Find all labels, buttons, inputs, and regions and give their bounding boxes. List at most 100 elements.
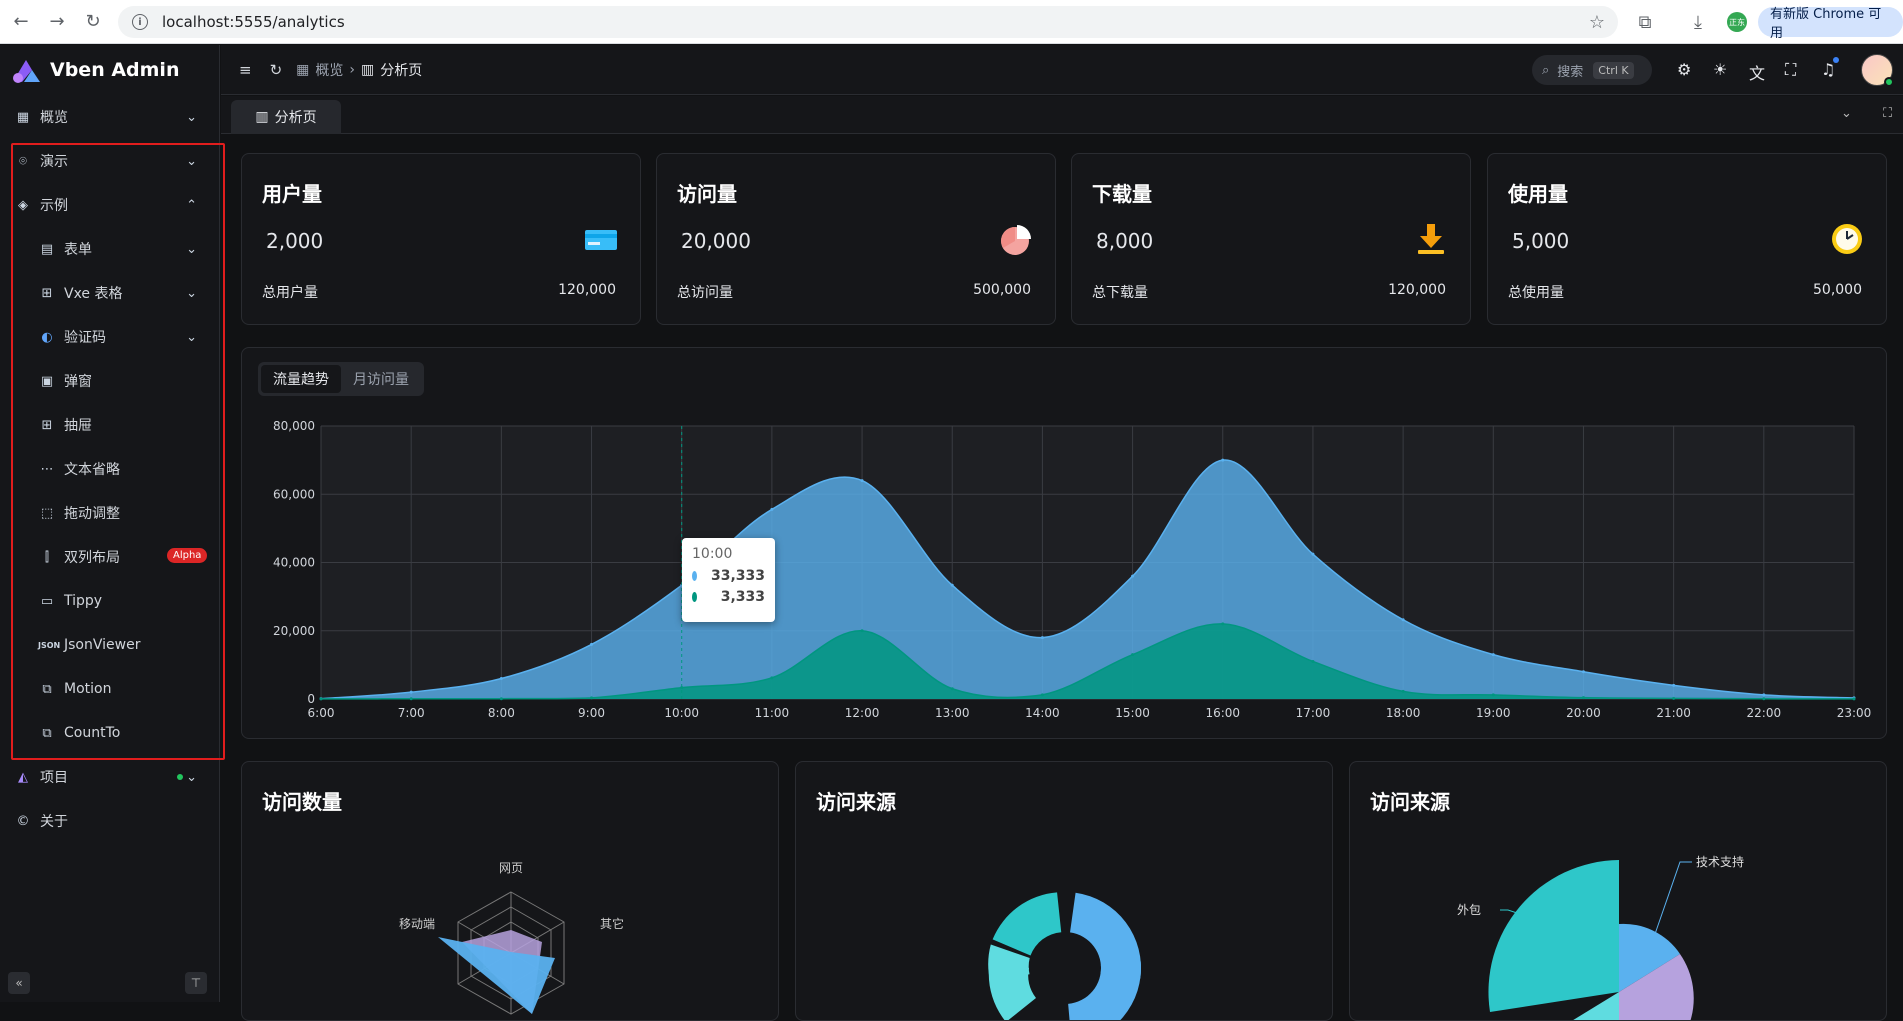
collapse-sidebar-icon[interactable]: « [8, 972, 30, 994]
translate-icon[interactable]: 文 [1749, 60, 1765, 84]
menu-toggle-icon[interactable]: ≡ [239, 61, 252, 79]
breadcrumb[interactable]: ▦ 概览 › [296, 60, 355, 80]
sidebar-item-countto[interactable]: ⧉ CountTo [0, 711, 219, 755]
alpha-badge: Alpha [167, 548, 208, 563]
y-tick-label: 20,000 [273, 624, 315, 638]
sidebar-item-captcha[interactable]: ◐ 验证码 ⌄ [0, 315, 219, 359]
drawer-icon: ⊞ [41, 417, 53, 433]
sidebar-item-demo[interactable]: ⌾ 演示 ⌄ [0, 139, 219, 183]
stat-title: 访问量 [677, 182, 737, 206]
donut-slice-2 [1068, 961, 1141, 1020]
refresh-icon[interactable]: ↻ [270, 61, 283, 79]
sidebar-item-label: 拖动调整 [64, 506, 120, 522]
sidebar-item-motion[interactable]: ⧉ Motion [0, 667, 219, 711]
table-icon: ⊞ [41, 285, 53, 301]
stat-value: 2,000 [266, 229, 324, 253]
stat-title: 使用量 [1508, 182, 1568, 206]
sidebar-item-label: 抽屉 [64, 418, 92, 434]
series-point-2 [1401, 689, 1405, 693]
download-icon[interactable]: ⤓ [1686, 10, 1710, 34]
traffic-trend-chart[interactable]: 0 20,000 40,000 60,000 80,000 6:00 7:00 8:00 9:0… [242, 348, 1888, 740]
pin-icon[interactable]: ⊤ [185, 972, 207, 994]
donut-slice-5 [988, 968, 1036, 1020]
profile-badge[interactable]: 正东 [1727, 12, 1747, 32]
sidebar-item-form[interactable]: ▤ 表单 ⌄ [0, 227, 219, 271]
series-point-1 [950, 583, 954, 587]
pie-chart[interactable]: 技术支持 外包 [1350, 762, 1887, 1021]
series-point-1 [1040, 636, 1044, 640]
radar-label-top: 网页 [499, 861, 523, 875]
stat-card-usage: 使用量 5,000 总使用量 50,000 [1487, 153, 1887, 325]
back-arrow-icon[interactable]: ← [6, 7, 36, 37]
resize-icon: ⬚ [40, 505, 54, 521]
sidebar-item-two-columns[interactable]: ⫿ 双列布局 Alpha [0, 535, 219, 579]
sidebar-item-ellipsis[interactable]: ⋯ 文本省略 [0, 447, 219, 491]
series-point-2 [1131, 653, 1135, 657]
chevron-down-icon[interactable]: ⌄ [1841, 106, 1852, 121]
sidebar-item-jsonviewer[interactable]: JSON JsonViewer [0, 623, 219, 667]
stat-sub-label: 总使用量 [1508, 285, 1564, 301]
ellipsis-icon: ⋯ [40, 461, 54, 477]
sidebar-item-label: Motion [64, 681, 112, 697]
clock-icon [1832, 224, 1862, 254]
sidebar-item-vxe-table[interactable]: ⊞ Vxe 表格 ⌄ [0, 271, 219, 315]
x-tick-label: 12:00 [845, 706, 880, 720]
donut-chart[interactable] [796, 762, 1333, 1021]
y-tick-label: 80,000 [273, 419, 315, 433]
sidebar-footer: « ⊤ [8, 972, 207, 994]
sidebar-item-project[interactable]: ◭ 项目 ⌄ [0, 755, 219, 799]
x-tick-label: 8:00 [488, 706, 515, 720]
breadcrumb-root[interactable]: 概览 [315, 60, 343, 80]
extensions-icon[interactable]: ⧉ [1633, 10, 1657, 34]
star-icon[interactable]: ☆ [1585, 10, 1609, 34]
x-tick-label: 18:00 [1386, 706, 1421, 720]
dashboard-icon: ▦ [16, 109, 30, 125]
sidebar: Vben Admin ▦ 概览 ⌄ ⌾ 演示 ⌄ ◈ 示例 ⌃ ▤ 表单 ⌄ ⊞… [0, 45, 220, 1002]
captcha-icon: ◐ [41, 329, 53, 345]
traffic-trend-card: 流量趋势 月访问量 0 20,000 40,000 60,000 80,000 6:00 7… [241, 347, 1887, 739]
site-info-icon[interactable]: i [132, 14, 148, 30]
reload-icon[interactable]: ↻ [78, 7, 108, 37]
address-bar[interactable]: i localhost:5555/analytics [118, 6, 1618, 38]
gear-icon[interactable]: ⚙ [1677, 60, 1691, 79]
sidebar-item-drawer[interactable]: ⊞ 抽屉 [0, 403, 219, 447]
series-point-1 [409, 690, 413, 694]
sidebar-item-overview[interactable]: ▦ 概览 ⌄ [0, 95, 219, 139]
tab-analytics[interactable]: ▥ 分析页 [231, 100, 341, 134]
x-tick-label: 16:00 [1205, 706, 1240, 720]
app-logo[interactable]: Vben Admin [0, 45, 219, 95]
pie-label-support: 技术支持 [1696, 854, 1744, 869]
visit-count-card: 访问数量 网页 移动端 其它 [241, 761, 779, 1021]
chrome-update-button[interactable]: 有新版 Chrome 可用 [1758, 7, 1903, 41]
search-input[interactable]: ⌕ 搜索 Ctrl K [1532, 55, 1652, 85]
series-point-1 [499, 677, 503, 681]
stat-title: 下载量 [1092, 182, 1152, 206]
avatar[interactable] [1861, 54, 1894, 87]
series-point-1 [860, 479, 864, 483]
stat-total: 50,000 [1813, 282, 1862, 298]
sidebar-item-examples[interactable]: ◈ 示例 ⌃ [0, 183, 219, 227]
radar-chart[interactable]: 网页 移动端 其它 [242, 762, 779, 1021]
sidebar-item-label: CountTo [64, 725, 121, 741]
sidebar-item-label: JsonViewer [64, 637, 141, 653]
sidebar-item-about[interactable]: © 关于 [0, 799, 219, 843]
sun-icon[interactable]: ☀ [1713, 60, 1727, 79]
search-placeholder: 搜索 [1557, 64, 1584, 80]
sidebar-item-tippy[interactable]: ▭ Tippy [0, 579, 219, 623]
series-point-1 [1672, 683, 1676, 687]
forward-arrow-icon[interactable]: → [42, 7, 72, 37]
fullscreen-icon[interactable]: ⛶ [1785, 60, 1796, 80]
sidebar-item-label: 关于 [40, 814, 68, 830]
stat-value: 20,000 [681, 229, 751, 253]
sidebar-item-resize[interactable]: ⬚ 拖动调整 [0, 491, 219, 535]
y-tick-label: 0 [307, 692, 315, 706]
radar-label-right: 其它 [600, 916, 624, 931]
tooltip-icon: ▭ [40, 593, 54, 609]
bell-icon[interactable]: ♫ [1821, 60, 1835, 79]
stat-card-users: 用户量 2,000 总用户量 120,000 [241, 153, 641, 325]
series-point-2 [1672, 696, 1676, 700]
sidebar-item-modal[interactable]: ▣ 弹窗 [0, 359, 219, 403]
maximize-icon[interactable]: ⛶ [1883, 106, 1892, 121]
vben-logo-icon [13, 60, 40, 83]
series-point-1 [1401, 618, 1405, 622]
